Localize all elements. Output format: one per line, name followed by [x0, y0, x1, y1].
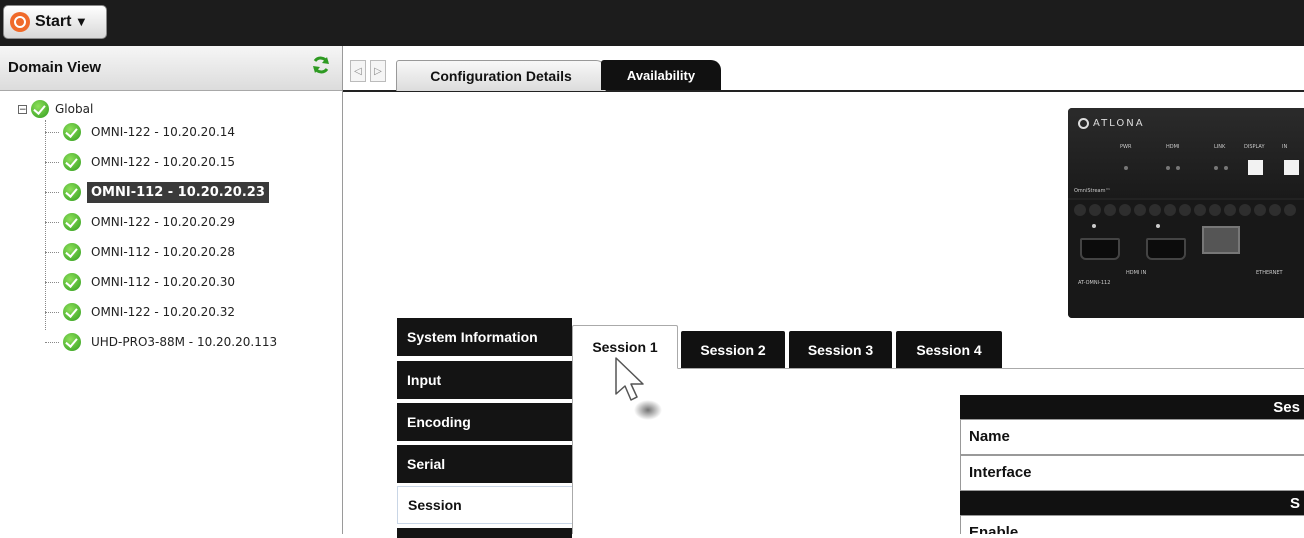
tab-availability[interactable]: Availability [601, 60, 721, 90]
display-label: DISPLAY [1244, 144, 1265, 150]
tree-item-selected[interactable]: OMNI-112 - 10.20.20.23 [45, 180, 269, 204]
tab-configuration-details[interactable]: Configuration Details [396, 60, 606, 91]
session-panel-border [572, 368, 573, 534]
input-label: IN [1282, 144, 1288, 150]
table-section-header: S [960, 491, 1304, 515]
chevron-right-icon[interactable]: ▷ [370, 60, 386, 82]
refresh-icon[interactable] [310, 54, 332, 76]
ethernet-port [1202, 226, 1240, 254]
hdmi-label: HDMI [1166, 144, 1180, 150]
table-row-name: Name [960, 419, 1304, 455]
tree-item-label: OMNI-122 - 10.20.20.32 [91, 305, 236, 319]
tree-item[interactable]: OMNI-122 - 10.20.20.29 [45, 210, 239, 234]
status-ok-icon [63, 273, 81, 291]
hdmi-led [1176, 166, 1180, 170]
table-row-interface: Interface [960, 455, 1304, 491]
tab-session-2[interactable]: Session 2 [681, 331, 785, 368]
tree-item[interactable]: OMNI-112 - 10.20.20.30 [45, 270, 239, 294]
status-ok-icon [63, 123, 81, 141]
display-button [1248, 160, 1263, 175]
status-ok-icon [63, 213, 81, 231]
mouse-cursor-icon [615, 357, 662, 420]
hdmi-in-label: HDMI IN [1126, 270, 1147, 276]
tree-item[interactable]: UHD-PRO3-88M - 10.20.20.113 [45, 330, 281, 354]
tree-item-label: OMNI-112 - 10.20.20.23 [87, 181, 269, 203]
domain-view-title: Domain View [8, 59, 102, 76]
menu-serial[interactable]: Serial [397, 445, 572, 483]
screw [1156, 224, 1160, 228]
start-logo-icon [10, 12, 30, 32]
collapse-icon[interactable]: − [18, 104, 27, 114]
table-row-enable: Enable [960, 515, 1304, 534]
menu-session[interactable]: Session [397, 486, 572, 524]
session-settings-table: Ses Name Interface S Enable [960, 395, 1304, 534]
chevron-left-icon[interactable]: ◁ [350, 60, 366, 82]
top-bar: Start ▼ [0, 0, 1304, 46]
tree-item[interactable]: OMNI-122 - 10.20.20.15 [45, 150, 239, 174]
status-ok-icon [63, 243, 81, 261]
brand-logo: ATLONA [1078, 118, 1145, 129]
status-ok-icon [31, 100, 49, 118]
input-button [1284, 160, 1299, 175]
ethernet-label: ETHERNET [1256, 270, 1283, 276]
main-tab-strip: ◁ ▷ Configuration Details Availability [343, 46, 1304, 92]
status-ok-icon [63, 303, 81, 321]
screw [1092, 224, 1096, 228]
tab-session-3[interactable]: Session 3 [789, 331, 892, 368]
series-label: OmniStream™ [1074, 188, 1111, 194]
tree-item-label: OMNI-112 - 10.20.20.28 [91, 245, 236, 259]
model-label: AT-OMNI-112 [1078, 280, 1111, 286]
tree-root-global[interactable]: − Global [18, 100, 93, 118]
link-led [1224, 166, 1228, 170]
status-ok-icon [63, 333, 81, 351]
table-section-header: Ses [960, 395, 1304, 419]
status-ok-icon [63, 183, 81, 201]
session-tab-strip: Session 1 Session 2 Session 3 Session 4 [572, 325, 1304, 369]
pwr-led [1124, 166, 1128, 170]
vent-dots [1074, 204, 1296, 216]
start-button[interactable]: Start ▼ [3, 5, 107, 39]
menu-encoding[interactable]: Encoding [397, 403, 572, 441]
hdmi-port [1146, 238, 1186, 260]
start-label: Start [35, 13, 72, 30]
tree-item-label: OMNI-122 - 10.20.20.14 [91, 125, 236, 139]
menu-system-information[interactable]: System Information [397, 318, 572, 356]
menu-next-item[interactable] [397, 528, 572, 538]
status-ok-icon [63, 153, 81, 171]
tree-root-label: Global [55, 102, 94, 116]
tree-item-label: OMNI-122 - 10.20.20.15 [91, 155, 236, 169]
pwr-label: PWR [1120, 144, 1132, 150]
tree-item[interactable]: OMNI-122 - 10.20.20.32 [45, 300, 239, 324]
tree-item-label: UHD-PRO3-88M - 10.20.20.113 [91, 335, 278, 349]
device-image: ATLONA PWR HDMI LINK DISPLAY IN OmniStre… [1068, 108, 1304, 318]
chevron-down-icon: ▼ [77, 16, 86, 28]
domain-view-header: Domain View [0, 46, 342, 91]
hdmi-port [1080, 238, 1120, 260]
menu-input[interactable]: Input [397, 361, 572, 399]
tree-item[interactable]: OMNI-122 - 10.20.20.14 [45, 120, 239, 144]
tree-item-label: OMNI-112 - 10.20.20.30 [91, 275, 236, 289]
tree-item-label: OMNI-122 - 10.20.20.29 [91, 215, 236, 229]
domain-view-panel: Domain View − Global OMNI-122 - 10.20.20… [0, 46, 343, 534]
hdmi-led [1166, 166, 1170, 170]
tree-item[interactable]: OMNI-112 - 10.20.20.28 [45, 240, 239, 264]
link-label: LINK [1214, 144, 1226, 150]
link-led [1214, 166, 1218, 170]
tab-session-4[interactable]: Session 4 [896, 331, 1002, 368]
